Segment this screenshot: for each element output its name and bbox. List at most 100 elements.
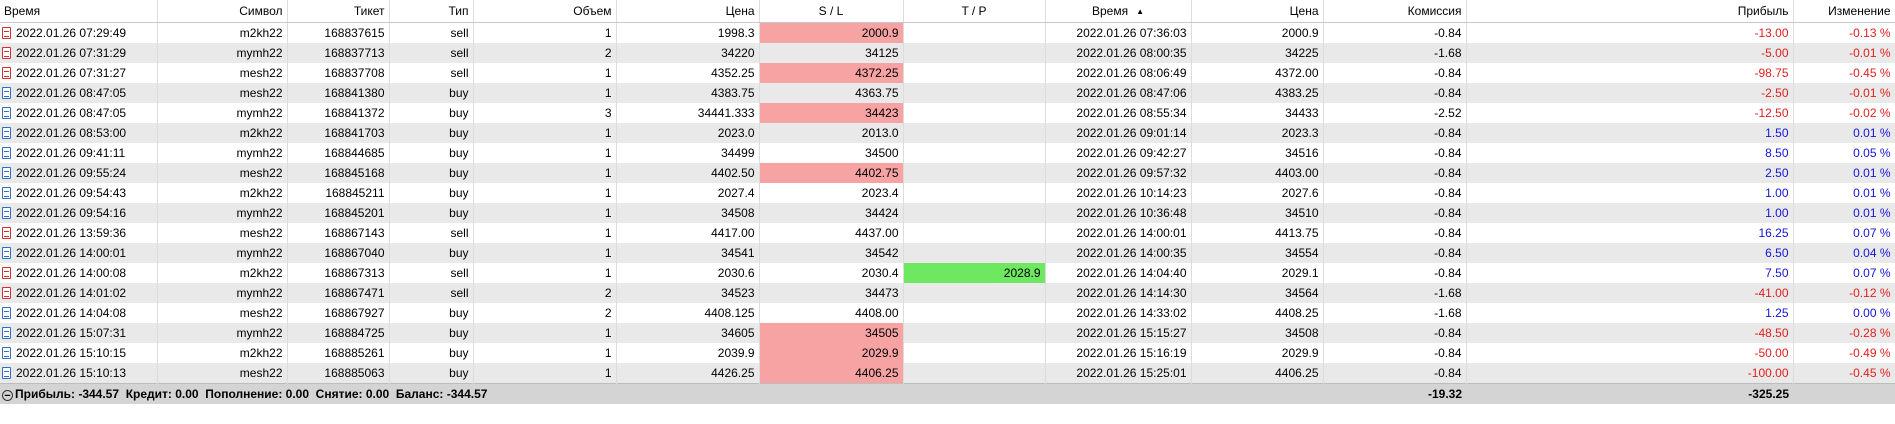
table-row[interactable]: 2022.01.26 15:10:13 mesh22 168885063 buy 1 44… [0,363,1895,384]
column-header-ticket[interactable]: Тикет [287,0,390,23]
summary-row[interactable]: − Прибыль: -344.57 Кредит: 0.00 Пополнени… [0,383,1895,404]
sl-cell: 2023.4 [759,183,904,203]
profit-cell: -13.00 [1466,22,1794,43]
table-row[interactable]: 2022.01.26 14:00:08 m2kh22 168867313 sell 1 2… [0,263,1895,283]
profit-cell: -48.50 [1466,323,1794,343]
commission-cell: -0.84 [1323,203,1467,223]
open-time-text: 2022.01.26 14:00:01 [16,246,127,260]
open-time-text: 2022.01.26 15:07:31 [16,326,127,340]
table-row[interactable]: 2022.01.26 14:00:01 mymh22 168867040 buy 1 34… [0,243,1895,263]
table-row[interactable]: 2022.01.26 14:01:02 mymh22 168867471 sell 2 3… [0,283,1895,303]
change-cell: 0.01 % [1793,163,1895,183]
open-time-text: 2022.01.26 08:47:05 [16,86,127,100]
type-cell: sell [389,223,474,243]
volume-cell: 1 [473,363,617,384]
column-header-change[interactable]: Изменение [1793,0,1895,23]
commission-cell: -0.84 [1323,343,1467,363]
volume-cell: 1 [473,243,617,263]
tp-cell [903,343,1046,363]
table-row[interactable]: 2022.01.26 07:29:49 m2kh22 168837615 sell 1 1… [0,22,1895,43]
close-price-cell: 34508 [1191,323,1324,343]
table-row[interactable]: 2022.01.26 07:31:29 mymh22 168837713 sell 2 3… [0,43,1895,63]
symbol-cell: mymh22 [157,143,288,163]
profit-cell: -100.00 [1466,363,1794,384]
ticket-cell: 168845211 [287,183,390,203]
summary-commission: -19.32 [1323,383,1466,404]
close-price-cell: 4383.25 [1191,83,1324,103]
collapse-minus-icon[interactable]: − [2,390,13,402]
ticket-cell: 168845201 [287,203,390,223]
ticket-cell: 168837708 [287,63,390,83]
table-row[interactable]: 2022.01.26 08:47:05 mesh22 168841380 buy 1 43… [0,83,1895,103]
table-row[interactable]: 2022.01.26 14:04:08 mesh22 168867927 buy 2 44… [0,303,1895,323]
change-cell: 0.00 % [1793,303,1895,323]
column-header-sl[interactable]: S / L [759,0,904,23]
close-time-cell: 2022.01.26 14:00:01 [1045,223,1192,243]
table-row[interactable]: 2022.01.26 07:31:27 mesh22 168837708 sell 1 4… [0,63,1895,83]
tp-cell: 2028.9 [903,263,1046,283]
open-time-text: 2022.01.26 07:31:27 [16,66,127,80]
open-time-text: 2022.01.26 14:00:08 [16,266,127,280]
column-header-open-time[interactable]: Время [0,0,158,23]
table-row[interactable]: 2022.01.26 08:47:05 mymh22 168841372 buy 3 34… [0,103,1895,123]
volume-cell: 3 [473,103,617,123]
close-price-cell: 2029.1 [1191,263,1324,283]
document-buy-icon [2,247,11,259]
close-price-cell: 2029.9 [1191,343,1324,363]
volume-cell: 1 [473,63,617,83]
tp-cell [903,183,1046,203]
type-cell: sell [389,22,474,43]
commission-cell: -0.84 [1323,123,1467,143]
open-time-cell: 2022.01.26 08:47:05 [0,83,158,103]
volume-cell: 1 [473,183,617,203]
column-header-close-price[interactable]: Цена [1191,0,1324,23]
type-cell: buy [389,163,474,183]
table-row[interactable]: 2022.01.26 15:10:15 m2kh22 168885261 buy 1 20… [0,343,1895,363]
document-sell-icon [2,27,11,39]
column-header-tp[interactable]: T / P [903,0,1046,23]
type-cell: buy [389,83,474,103]
column-header-close-time[interactable]: Время ▲ [1045,0,1192,23]
table-row[interactable]: 2022.01.26 09:54:43 m2kh22 168845211 buy 1 20… [0,183,1895,203]
table-row[interactable]: 2022.01.26 09:54:16 mymh22 168845201 buy 1 34… [0,203,1895,223]
table-row[interactable]: 2022.01.26 13:59:36 mesh22 168867143 sell 1 4… [0,223,1895,243]
open-price-cell: 2023.0 [616,123,760,143]
sort-ascending-icon: ▲ [1136,7,1145,16]
document-buy-icon [2,207,11,219]
symbol-cell: mesh22 [157,163,288,183]
profit-cell: -98.75 [1466,63,1794,83]
close-price-cell: 4406.25 [1191,363,1324,384]
column-header-type[interactable]: Тип [389,0,474,23]
close-time-cell: 2022.01.26 14:33:02 [1045,303,1192,323]
open-time-cell: 2022.01.26 08:47:05 [0,103,158,123]
sl-cell: 2029.9 [759,343,904,363]
close-time-cell: 2022.01.26 09:42:27 [1045,143,1192,163]
column-header-volume[interactable]: Объем [473,0,617,23]
column-header-open-price[interactable]: Цена [616,0,760,23]
table-row[interactable]: 2022.01.26 09:41:11 mymh22 168844685 buy 1 34… [0,143,1895,163]
table-row[interactable]: 2022.01.26 08:53:00 m2kh22 168841703 buy 1 20… [0,123,1895,143]
type-cell: buy [389,343,474,363]
ticket-cell: 168837713 [287,43,390,63]
volume-cell: 1 [473,22,617,43]
tp-cell [903,103,1046,123]
profit-cell: -41.00 [1466,283,1794,303]
column-header-profit[interactable]: Прибыль [1466,0,1794,23]
change-cell: -0.02 % [1793,103,1895,123]
ticket-cell: 168867143 [287,223,390,243]
table-row[interactable]: 2022.01.26 15:07:31 mymh22 168884725 buy 1 34… [0,323,1895,343]
table-row[interactable]: 2022.01.26 09:55:24 mesh22 168845168 buy 1 44… [0,163,1895,183]
sl-cell: 4437.00 [759,223,904,243]
open-price-cell: 34441.333 [616,103,760,123]
volume-cell: 1 [473,123,617,143]
open-price-cell: 34220 [616,43,760,63]
symbol-cell: m2kh22 [157,123,288,143]
document-buy-icon [2,307,11,319]
open-price-cell: 4402.50 [616,163,760,183]
symbol-cell: mymh22 [157,103,288,123]
column-header-commission[interactable]: Комиссия [1323,0,1467,23]
type-cell: sell [389,283,474,303]
column-header-symbol[interactable]: Символ [157,0,288,23]
change-cell: -0.13 % [1793,22,1895,43]
open-time-text: 2022.01.26 14:04:08 [16,306,127,320]
